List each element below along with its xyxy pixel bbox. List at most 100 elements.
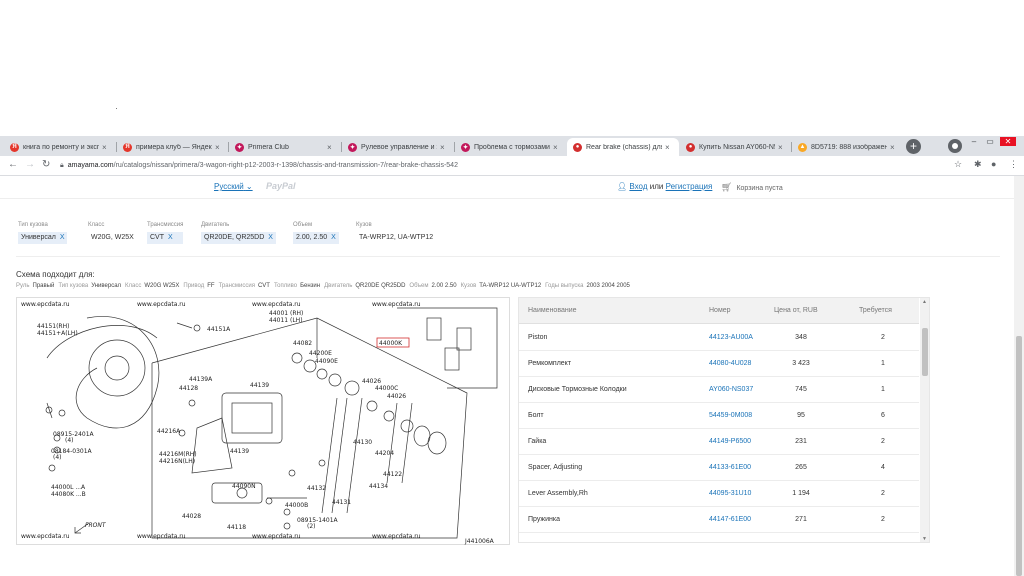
image-icon: ▲: [798, 142, 807, 152]
col-name-header[interactable]: Наименование: [528, 307, 577, 314]
part-qty: 6: [881, 412, 885, 419]
fits-key: Двигатель: [324, 283, 353, 289]
browser-tab[interactable]: ✦ Primera Club ×: [229, 138, 341, 156]
part-price: 231: [795, 438, 807, 445]
remove-filter-icon[interactable]: X: [268, 234, 273, 241]
front-direction-label: FRONT: [85, 522, 107, 529]
close-tab-icon[interactable]: ×: [327, 143, 335, 152]
filter-chip[interactable]: Универсал X: [18, 232, 68, 244]
callout-label: 44001 (RH): [269, 310, 303, 317]
filter-chip[interactable]: CVT X: [147, 232, 184, 244]
table-row[interactable]: Болт 54459-0M008 95 6: [519, 403, 919, 429]
close-tab-icon[interactable]: ×: [553, 143, 561, 152]
auth-links: 👤︎ Вход или Регистрация: [617, 182, 712, 191]
table-row[interactable]: Пружинка 44147-61E00 271 2: [519, 507, 919, 533]
table-row[interactable]: Гайка 44149-P6500 231 2: [519, 429, 919, 455]
maximize-window-icon[interactable]: ▭: [984, 137, 996, 146]
table-row[interactable]: Piston 44123-AU00A 348 2: [519, 325, 919, 351]
page-scroll-thumb[interactable]: [1016, 336, 1022, 576]
table-scrollbar[interactable]: ▲ ▼: [920, 298, 929, 542]
close-tab-icon[interactable]: ×: [102, 143, 110, 152]
remove-filter-icon[interactable]: X: [168, 234, 173, 241]
callout-label: 44128: [179, 385, 198, 392]
close-tab-icon[interactable]: ×: [778, 143, 786, 152]
callout-label: 44139A: [189, 376, 213, 383]
part-price: 265: [795, 464, 807, 471]
browser-tab[interactable]: ▲ 8D5719: 888 изображений×: [792, 138, 904, 156]
bookmark-star-icon[interactable]: ☆: [954, 159, 962, 170]
new-tab-button[interactable]: +: [906, 139, 921, 154]
menu-kebab-icon[interactable]: ⋮: [1009, 159, 1018, 170]
part-number-link[interactable]: 44095-31U10: [709, 490, 751, 497]
part-price: 1 194: [792, 490, 810, 497]
part-number-link[interactable]: 44080-4U028: [709, 360, 751, 367]
paypal-logo: PayPal: [266, 181, 296, 191]
col-number-header[interactable]: Номер: [709, 307, 731, 314]
part-number-link[interactable]: AY060-NS037: [709, 386, 753, 393]
extensions-puzzle-icon[interactable]: ✱: [974, 159, 982, 170]
forward-arrow-icon[interactable]: →: [25, 159, 35, 170]
minimize-window-icon[interactable]: –: [968, 137, 980, 146]
parts-diagram[interactable]: 44151(RH) 44151+A(LH) 44151A 44001 (RH) …: [16, 297, 510, 545]
fits-value: Правый: [32, 283, 55, 289]
close-tab-icon[interactable]: ×: [890, 143, 898, 152]
url-field[interactable]: 🔒︎ amayama.com/ru/catalogs/nissan/primera…: [60, 159, 970, 173]
primera-club-icon: ✦: [235, 142, 244, 152]
part-number-link[interactable]: 44147-61E00: [709, 516, 751, 523]
browser-tab[interactable]: Япримера клуб — Яндекс: н×: [117, 138, 229, 156]
part-number-link[interactable]: 44123-AU00A: [709, 334, 753, 341]
language-selector[interactable]: Русский ⌄: [214, 182, 253, 191]
table-row[interactable]: Lever Assembly,Rh 44095-31U10 1 194 2: [519, 481, 919, 507]
browser-tab[interactable]: ✦ Проблема с тормозами - Р×: [455, 138, 567, 156]
close-window-icon[interactable]: ✕: [1000, 137, 1016, 146]
col-price-header[interactable]: Цена от, RUB: [774, 307, 818, 314]
table-row[interactable]: Дисковые Тормозные Колодки AY060-NS037 745…: [519, 377, 919, 403]
close-tab-icon[interactable]: ×: [665, 143, 673, 152]
col-qty-header[interactable]: Требуется: [859, 307, 892, 314]
callout-label: 44139: [250, 382, 269, 389]
scroll-down-icon[interactable]: ▼: [922, 536, 927, 542]
scroll-up-icon[interactable]: ▲: [922, 299, 927, 305]
filter-chip[interactable]: 2.00, 2.50 X: [293, 232, 339, 244]
callout-label: 44204: [375, 450, 394, 457]
browser-tab[interactable]: Якнига по ремонту и эксплу×: [4, 138, 116, 156]
back-arrow-icon[interactable]: ←: [8, 159, 18, 170]
part-qty: 2: [881, 334, 885, 341]
login-link[interactable]: Вход: [629, 182, 647, 191]
primera-club-icon: ✦: [348, 142, 357, 152]
close-tab-icon[interactable]: ×: [215, 143, 223, 152]
part-qty: 1: [881, 360, 885, 367]
cart-link[interactable]: 🛒︎ Корзина пуста: [721, 182, 783, 193]
filter-chip[interactable]: QR20DE, QR25DD X: [201, 232, 276, 244]
remove-filter-icon[interactable]: X: [60, 234, 65, 241]
fits-value: 2.00 2.50: [431, 283, 457, 289]
browser-tab[interactable]: ✦ Рулевое управление и хо ×: [342, 138, 454, 156]
callout-label: 44082: [293, 340, 312, 347]
callout-label: 08915-2401A: [53, 431, 95, 438]
table-row[interactable]: Spacer, Adjusting 44133-61E00 265 4: [519, 455, 919, 481]
browser-tab[interactable]: ● Купить Nissan AY060-N503×: [680, 138, 792, 156]
page-scrollbar[interactable]: [1014, 176, 1024, 576]
reload-icon[interactable]: ↻: [42, 159, 50, 170]
tab-title: Rear brake (chassis) для N: [586, 143, 662, 151]
register-link[interactable]: Регистрация: [666, 182, 713, 191]
callout-label: (4): [65, 437, 74, 444]
part-name: Ремкомплект: [528, 360, 572, 367]
fits-key: Объем: [409, 283, 429, 289]
part-number-link[interactable]: 54459-0M008: [709, 412, 752, 419]
table-scroll-thumb[interactable]: [922, 328, 928, 376]
part-price: 745: [795, 386, 807, 393]
remove-filter-icon[interactable]: X: [331, 234, 336, 241]
account-avatar-icon[interactable]: ●: [991, 159, 996, 169]
callout-label: 44090E: [315, 358, 338, 365]
profile-icon[interactable]: [948, 139, 962, 153]
close-tab-icon[interactable]: ×: [440, 143, 448, 152]
callout-label: 44026: [362, 378, 381, 385]
part-number-link[interactable]: 44133-61E00: [709, 464, 751, 471]
filter-class: Класс W20G, W25X: [88, 222, 134, 241]
yandex-icon: Я: [123, 142, 132, 152]
part-number-link[interactable]: 44149-P6500: [709, 438, 751, 445]
browser-tab[interactable]: ● Rear brake (chassis) для N×: [567, 138, 679, 156]
highlighted-callout-label: 44000K: [379, 340, 403, 347]
table-row[interactable]: Ремкомплект 44080-4U028 3 423 1: [519, 351, 919, 377]
